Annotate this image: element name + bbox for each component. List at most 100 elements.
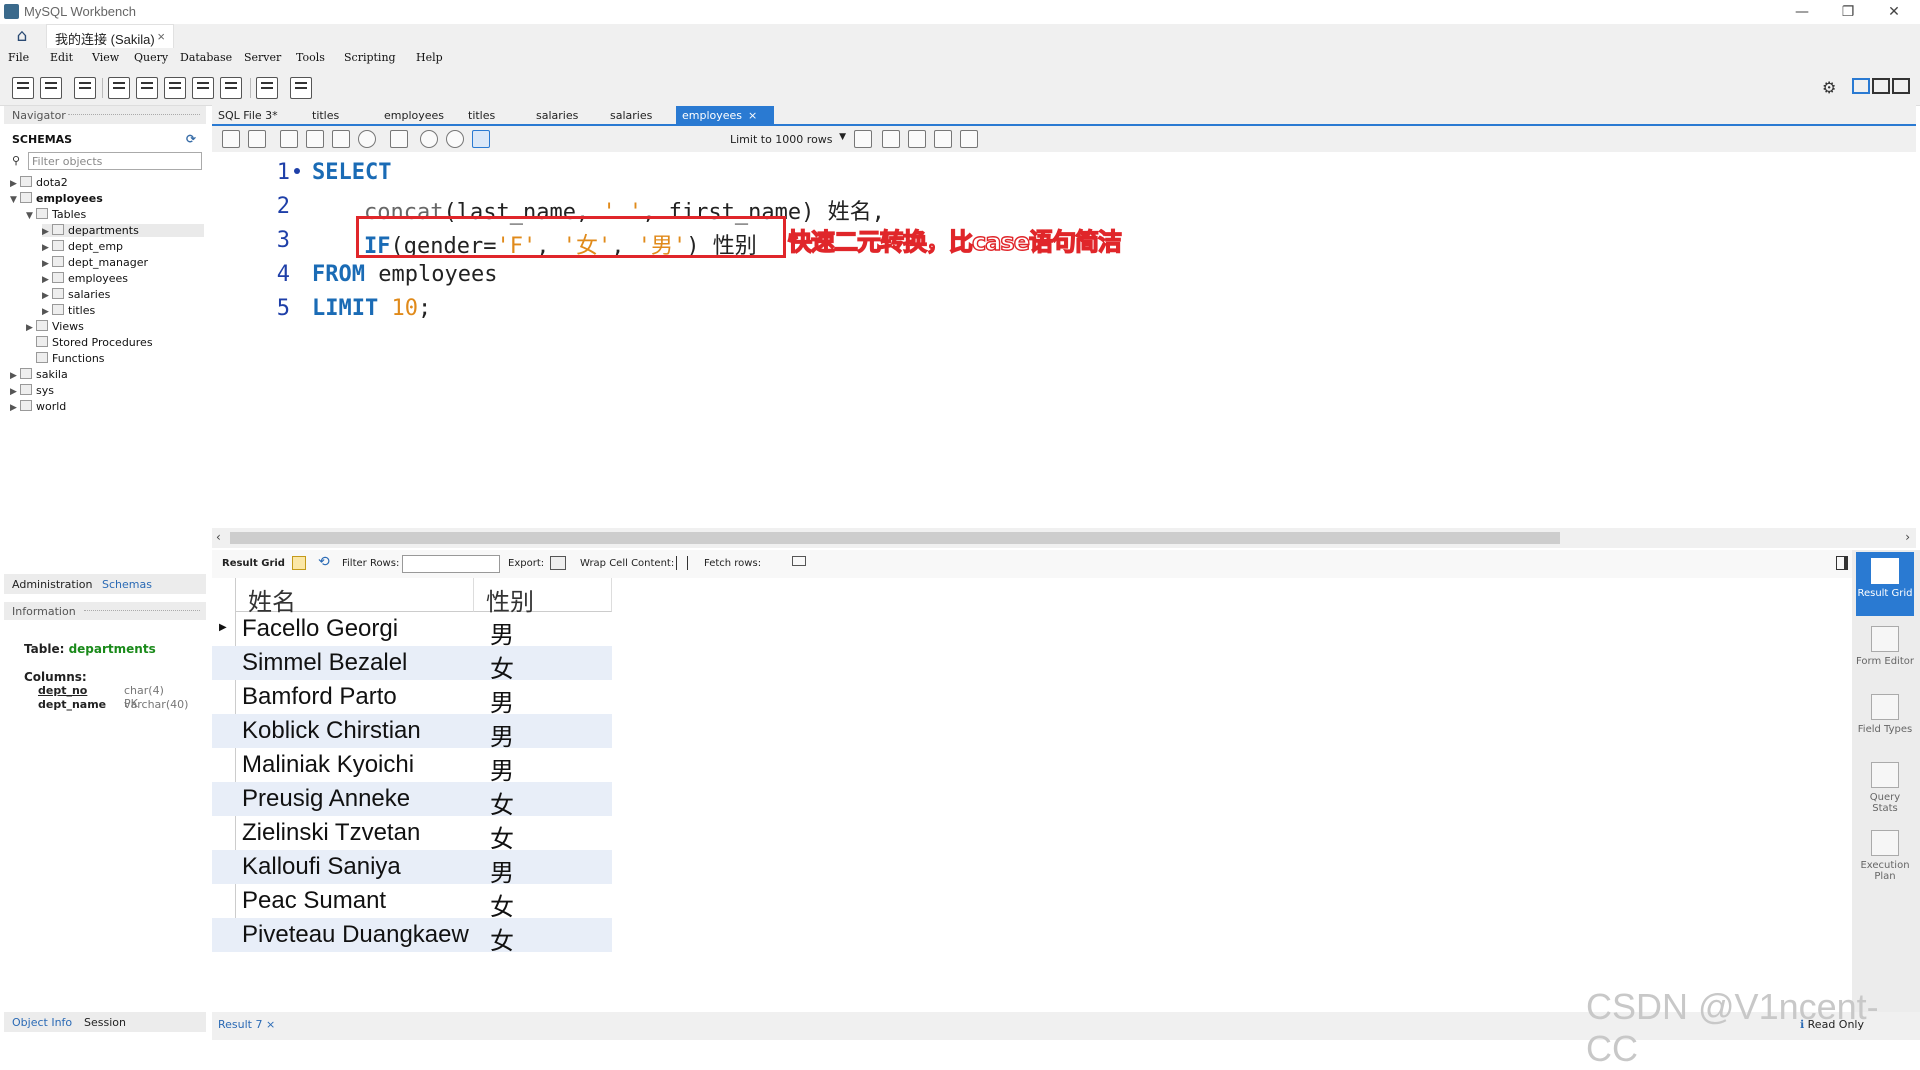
new-sql-tab-icon[interactable] (12, 77, 34, 99)
invisible-chars-icon[interactable] (934, 130, 952, 148)
create-schema-icon[interactable] (108, 77, 130, 99)
functions-folder[interactable]: Functions (26, 352, 105, 365)
rollback-icon[interactable] (446, 130, 464, 148)
result-tab[interactable]: Result 7 × (218, 1018, 275, 1031)
maximize-button[interactable]: ❐ (1828, 2, 1868, 22)
menu-scripting[interactable]: Scripting (344, 51, 396, 64)
schema-world[interactable]: ▶ world (10, 400, 66, 413)
table-row[interactable]: Peac Sumant 女 (212, 884, 612, 921)
tab-session[interactable]: Session (84, 1016, 126, 1029)
toggle-continue-on-error-icon[interactable] (390, 130, 408, 148)
minimize-button[interactable]: — (1782, 2, 1822, 22)
wrap-cell-icon[interactable] (676, 556, 688, 570)
form-editor-button[interactable]: Form Editor (1856, 620, 1914, 684)
menu-edit[interactable]: Edit (50, 51, 73, 64)
filter-objects-input[interactable]: Filter objects (28, 152, 202, 170)
scroll-right-icon[interactable]: › (1905, 530, 1910, 544)
inspector-icon[interactable] (74, 77, 96, 99)
tab-salaries-2[interactable]: salaries (604, 106, 652, 126)
tab-administration[interactable]: Administration (12, 578, 93, 591)
toggle-sidebar-icon[interactable] (1852, 78, 1870, 94)
editor-horizontal-scrollbar[interactable]: ‹ › (212, 528, 1916, 548)
toggle-panel-icon[interactable] (1836, 556, 1848, 570)
export-icon[interactable] (550, 556, 566, 570)
refresh-icon[interactable]: ⟲ (318, 554, 330, 570)
schema-employees[interactable]: ▼ employees (10, 192, 103, 205)
column-header-gender[interactable]: 性别 (474, 578, 612, 616)
table-row[interactable]: ▶ Facello Georgi 男 (212, 612, 612, 649)
tab-titles-2[interactable]: titles (462, 106, 495, 126)
result-grid-label[interactable]: Result Grid (222, 558, 285, 569)
open-file-icon[interactable] (222, 130, 240, 148)
schema-dota2[interactable]: ▶ dota2 (10, 176, 68, 189)
tab-sql-file-3[interactable]: SQL File 3* (212, 106, 278, 126)
word-wrap-icon[interactable] (960, 130, 978, 148)
tab-titles[interactable]: titles (306, 106, 339, 126)
tab-salaries[interactable]: salaries (530, 106, 578, 126)
toggle-secondary-sidebar-icon[interactable] (1892, 78, 1910, 94)
toggle-output-icon[interactable] (1872, 78, 1890, 94)
settings-gear-icon[interactable]: ⚙ (1822, 78, 1836, 97)
menu-view[interactable]: View (92, 51, 119, 64)
table-row[interactable]: Bamford Parto 男 (212, 680, 612, 717)
menu-query[interactable]: Query (134, 51, 168, 64)
save-icon[interactable] (248, 130, 266, 148)
create-procedure-icon[interactable] (192, 77, 214, 99)
result-grid-button[interactable]: Result Grid (1856, 552, 1914, 616)
close-icon[interactable]: × (748, 109, 757, 122)
tab-employees-active[interactable]: employees × (676, 106, 774, 126)
fetch-rows-icon[interactable] (792, 556, 806, 566)
close-icon[interactable]: × (157, 29, 165, 44)
search-table-data-icon[interactable] (256, 77, 278, 99)
execute-icon[interactable] (280, 130, 298, 148)
table-departments[interactable]: ▶ departments (42, 224, 204, 237)
menu-tools[interactable]: Tools (296, 51, 325, 64)
stored-procedures-folder[interactable]: Stored Procedures (26, 336, 153, 349)
explain-icon[interactable] (332, 130, 350, 148)
create-view-icon[interactable] (164, 77, 186, 99)
table-dept-manager[interactable]: ▶ dept_manager (42, 256, 148, 269)
home-icon[interactable]: ⌂ (8, 26, 36, 46)
scroll-left-icon[interactable]: ‹ (216, 530, 221, 544)
tab-object-info[interactable]: Object Info (12, 1016, 72, 1029)
schema-sys[interactable]: ▶ sys (10, 384, 54, 397)
add-snippet-icon[interactable] (854, 130, 872, 148)
table-row[interactable]: Zielinski Tzvetan 女 (212, 816, 612, 853)
menu-help[interactable]: Help (416, 51, 443, 64)
execution-plan-button[interactable]: Execution Plan (1856, 824, 1914, 888)
table-dept-emp[interactable]: ▶ dept_emp (42, 240, 123, 253)
query-stats-button[interactable]: Query Stats (1856, 756, 1914, 820)
grid-icon[interactable] (292, 556, 306, 570)
table-row[interactable]: Kalloufi Saniya 男 (212, 850, 612, 887)
table-row[interactable]: Piveteau Duangkaew 女 (212, 918, 612, 955)
table-row[interactable]: Simmel Bezalel 女 (212, 646, 612, 683)
tab-employees[interactable]: employees (378, 106, 444, 126)
table-titles[interactable]: ▶ titles (42, 304, 95, 317)
sql-editor[interactable]: 1 2 3 4 5 SELECT concat(last_name, ' ', … (212, 152, 1916, 528)
stop-icon[interactable] (358, 130, 376, 148)
filter-rows-input[interactable] (402, 555, 500, 573)
create-table-icon[interactable] (136, 77, 158, 99)
find-icon[interactable] (908, 130, 926, 148)
create-function-icon[interactable] (220, 77, 242, 99)
refresh-icon[interactable]: ⟳ (186, 132, 196, 146)
menu-database[interactable]: Database (180, 51, 232, 64)
beautify-icon[interactable] (882, 130, 900, 148)
limit-rows-select[interactable]: Limit to 1000 rows ▼ (730, 131, 848, 148)
table-employees[interactable]: ▶ employees (42, 272, 128, 285)
tables-folder[interactable]: ▼ Tables (26, 208, 86, 221)
table-salaries[interactable]: ▶ salaries (42, 288, 110, 301)
close-button[interactable]: ✕ (1874, 2, 1914, 22)
column-header-name[interactable]: 姓名 (236, 578, 474, 616)
close-icon[interactable]: × (266, 1018, 275, 1031)
table-row[interactable]: Preusig Anneke 女 (212, 782, 612, 819)
commit-icon[interactable] (420, 130, 438, 148)
menu-file[interactable]: File (8, 51, 29, 64)
field-types-button[interactable]: Field Types (1856, 688, 1914, 752)
autocommit-icon[interactable] (472, 130, 490, 148)
connection-tab[interactable]: 我的连接 (Sakila) × (46, 24, 174, 48)
open-sql-script-icon[interactable] (40, 77, 62, 99)
schema-sakila[interactable]: ▶ sakila (10, 368, 68, 381)
menu-server[interactable]: Server (244, 51, 281, 64)
execute-current-icon[interactable] (306, 130, 324, 148)
